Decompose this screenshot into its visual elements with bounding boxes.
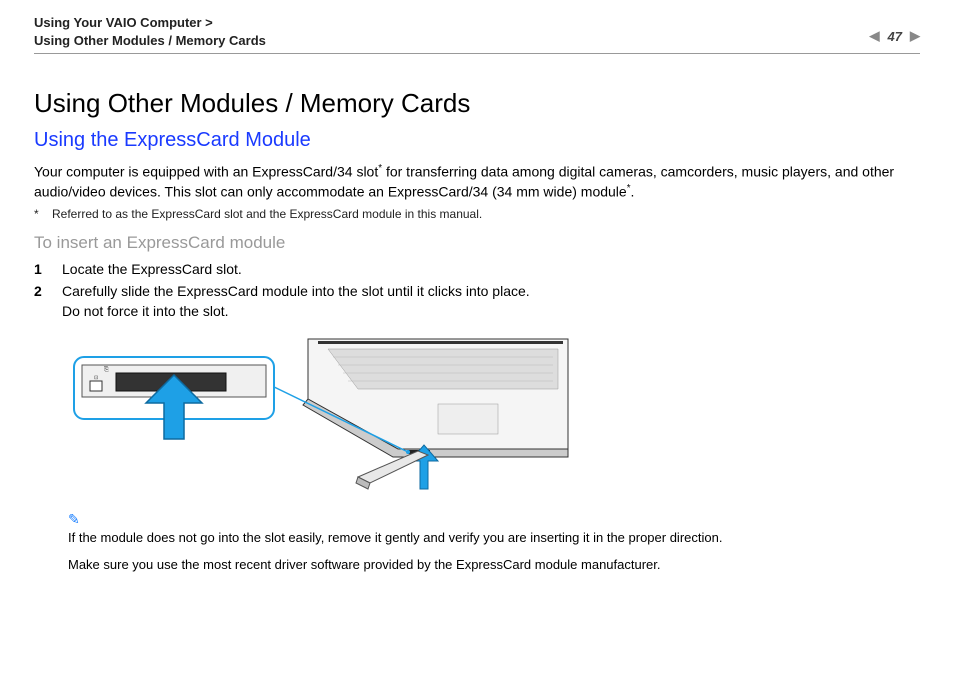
breadcrumb-line-1: Using Your VAIO Computer >: [34, 14, 266, 32]
section-subtitle: Using the ExpressCard Module: [34, 129, 920, 152]
page-number: 47: [888, 29, 902, 44]
procedure-title: To insert an ExpressCard module: [34, 233, 920, 253]
page-header: Using Your VAIO Computer > Using Other M…: [34, 14, 920, 54]
step-item: 2 Carefully slide the ExpressCard module…: [34, 281, 920, 322]
svg-text:⊡: ⊡: [94, 375, 98, 381]
breadcrumb: Using Your VAIO Computer > Using Other M…: [34, 14, 266, 49]
step-number: 1: [34, 259, 46, 279]
step-item: 1 Locate the ExpressCard slot.: [34, 259, 920, 279]
page-navigation: ◀ 47 ▶: [870, 14, 920, 44]
intro-paragraph: Your computer is equipped with an Expres…: [34, 162, 920, 203]
note-text-1: If the module does not go into the slot …: [68, 530, 920, 547]
prev-page-arrow-icon[interactable]: ◀: [870, 28, 880, 44]
steps-list: 1 Locate the ExpressCard slot. 2 Careful…: [34, 259, 920, 322]
intro-text-1: Your computer is equipped with an Expres…: [34, 164, 378, 180]
footnote: *Referred to as the ExpressCard slot and…: [34, 207, 920, 221]
next-page-arrow-icon[interactable]: ▶: [910, 28, 920, 44]
note-text-2: Make sure you use the most recent driver…: [68, 557, 920, 574]
footnote-star-icon: *: [34, 207, 52, 221]
svg-text:⎘: ⎘: [104, 366, 109, 373]
step-text: Carefully slide the ExpressCard module i…: [62, 281, 530, 322]
page-title: Using Other Modules / Memory Cards: [34, 88, 920, 119]
note-pencil-icon: ✎: [68, 511, 920, 528]
step-text: Locate the ExpressCard slot.: [62, 259, 242, 279]
step-number: 2: [34, 281, 46, 322]
footnote-text: Referred to as the ExpressCard slot and …: [52, 207, 482, 221]
breadcrumb-line-2: Using Other Modules / Memory Cards: [34, 32, 266, 50]
intro-text-end: .: [631, 184, 635, 200]
illustration-expresscard-insertion: ⎘ ⊡: [68, 329, 588, 499]
